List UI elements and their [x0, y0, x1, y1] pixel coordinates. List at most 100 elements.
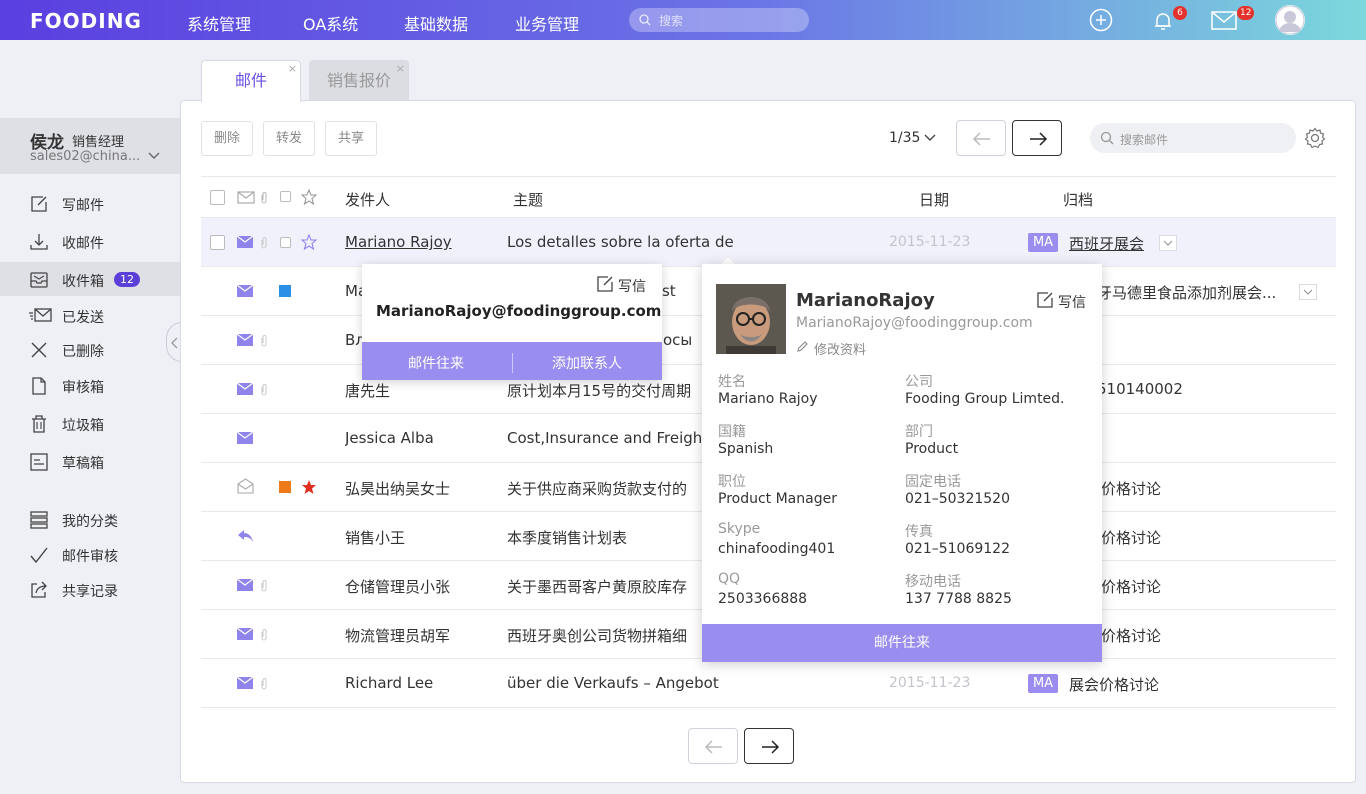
tab-mail[interactable]: 邮件 ×	[201, 60, 301, 102]
next-page-button[interactable]	[1012, 120, 1062, 156]
star-icon[interactable]	[301, 234, 317, 250]
row-archive[interactable]: 展会价格讨论	[1069, 674, 1159, 695]
star-icon[interactable]	[301, 189, 317, 205]
row-subject[interactable]: осы	[663, 331, 692, 349]
row-subject[interactable]: 本季度销售计划表	[507, 527, 627, 548]
row-archive[interactable]: 西班牙展会	[1069, 233, 1144, 254]
row-sender[interactable]: Jessica Alba	[345, 429, 434, 447]
row-sender[interactable]: 唐先生	[345, 380, 390, 401]
flag-icon[interactable]	[279, 285, 291, 297]
sidebar-item-drafts[interactable]: 草稿箱	[0, 444, 180, 478]
row-archive[interactable]: 价格讨论	[1101, 576, 1161, 597]
write-mail-button[interactable]: 写信	[597, 276, 646, 296]
page-indicator[interactable]: 1/35	[889, 130, 920, 146]
sidebar-item-deleted[interactable]: 已删除	[0, 332, 180, 366]
user-account-box[interactable]: 侯龙 销售经理 sales02@china...	[0, 118, 180, 174]
flag-icon[interactable]	[280, 237, 291, 248]
contact-email[interactable]: MarianoRajoy@foodinggroup.com	[796, 315, 1033, 331]
bell-icon[interactable]	[1151, 9, 1175, 33]
select-all-checkbox[interactable]	[210, 190, 225, 205]
chevron-down-icon[interactable]	[1159, 235, 1177, 251]
sidebar-item-categories[interactable]: 我的分类	[0, 502, 180, 536]
nav-oa-system[interactable]: OA系统	[303, 11, 358, 35]
chevron-down-icon[interactable]	[924, 134, 936, 142]
close-icon[interactable]: ×	[288, 49, 297, 89]
edit-profile-link[interactable]: 修改资料	[797, 339, 867, 358]
row-archive[interactable]: 价格讨论	[1101, 625, 1161, 646]
mail-icon[interactable]	[237, 191, 255, 204]
attachment-icon[interactable]	[260, 191, 268, 205]
nav-base-data[interactable]: 基础数据	[404, 11, 468, 35]
row-sender[interactable]: Richard Lee	[345, 674, 433, 692]
row-subject[interactable]: Cost,Insurance and Freigh	[507, 429, 702, 447]
gear-icon[interactable]	[1304, 127, 1326, 149]
chevron-down-icon[interactable]	[1299, 284, 1317, 300]
row-archive[interactable]: 价格讨论	[1101, 478, 1161, 499]
write-mail-button[interactable]: 写信	[1037, 292, 1086, 312]
close-icon[interactable]: ×	[396, 49, 405, 89]
row-checkbox[interactable]	[210, 235, 225, 250]
sidebar-item-trash[interactable]: 垃圾箱	[0, 406, 180, 440]
mail-history-button[interactable]: 邮件往来	[702, 624, 1102, 662]
add-contact-button[interactable]: 添加联系人	[552, 353, 622, 373]
user-avatar[interactable]	[1275, 5, 1305, 35]
compose-icon	[31, 196, 47, 212]
app-logo[interactable]: FOODING	[30, 9, 142, 33]
table-row[interactable]: Richard Lee über die Verkaufs – Angebot …	[201, 659, 1336, 708]
row-archive[interactable]: 510140002	[1097, 380, 1183, 398]
edit-profile-label: 修改资料	[814, 343, 867, 358]
row-sender[interactable]: Mariano Rajoy	[345, 233, 452, 251]
row-subject[interactable]: über die Verkaufs – Angebot	[507, 674, 719, 692]
mail-icon	[237, 677, 253, 689]
row-subject[interactable]: 关于供应商采购货款支付的	[507, 478, 687, 499]
field-value-qq: 2503366888	[718, 591, 808, 607]
sidebar-item-mail-review[interactable]: 邮件审核	[0, 537, 180, 571]
delete-button[interactable]: 删除	[201, 121, 253, 156]
field-label-nationality: 国籍	[718, 424, 746, 440]
nav-system-admin[interactable]: 系统管理	[187, 11, 251, 35]
mail-icon[interactable]	[1211, 11, 1237, 31]
sidebar-item-sent[interactable]: 已发送	[0, 298, 180, 332]
sidebar-item-inbox[interactable]: 收件箱 12	[0, 262, 180, 296]
sidebar-item-review[interactable]: 审核箱	[0, 368, 180, 402]
tab-sales-quote[interactable]: 销售报价 ×	[309, 60, 409, 101]
col-archive[interactable]: 归档	[1063, 189, 1093, 210]
row-subject[interactable]: 原计划本月15号的交付周期	[507, 380, 691, 401]
flag-icon[interactable]	[280, 191, 291, 202]
row-subject[interactable]: Los detalles sobre la oferta de	[507, 233, 747, 251]
prev-page-button[interactable]	[956, 120, 1006, 156]
row-subject[interactable]: 关于墨西哥客户黄原胶库存	[507, 576, 687, 597]
notification-badge: 6	[1173, 6, 1187, 20]
row-sender[interactable]: 仓储管理员小张	[345, 576, 450, 597]
chevron-down-icon[interactable]	[148, 152, 160, 160]
col-date[interactable]: 日期	[919, 189, 949, 210]
col-subject[interactable]: 主题	[513, 189, 543, 210]
mail-history-button[interactable]: 邮件往来	[408, 353, 464, 373]
global-search-input[interactable]: 搜索	[629, 8, 809, 32]
row-subject[interactable]: 西班牙奥创公司货物拼箱细	[507, 625, 687, 646]
col-sender[interactable]: 发件人	[345, 189, 390, 210]
flag-icon[interactable]	[279, 481, 291, 493]
share-button[interactable]: 共享	[325, 121, 377, 156]
forward-button[interactable]: 转发	[263, 121, 315, 156]
row-sender[interactable]: 物流管理员胡军	[345, 625, 450, 646]
table-row[interactable]: Mariano Rajoy Los detalles sobre la ofer…	[201, 218, 1336, 267]
sidebar-item-share-log[interactable]: 共享记录	[0, 572, 180, 606]
prev-page-button[interactable]	[688, 728, 738, 764]
compose-icon	[597, 276, 613, 292]
row-archive[interactable]: 价格讨论	[1101, 527, 1161, 548]
row-archive[interactable]: 牙马德里食品添加剂展会...	[1097, 282, 1276, 303]
close-icon	[31, 342, 47, 358]
nav-business[interactable]: 业务管理	[515, 11, 579, 35]
next-page-button[interactable]	[744, 728, 794, 764]
sender-quick-popup: 写信 MarianoRajoy@foodinggroup.com 邮件往来 添加…	[362, 264, 662, 380]
mail-search-input[interactable]: 搜索邮件	[1090, 123, 1296, 153]
add-icon[interactable]	[1089, 8, 1113, 32]
row-sender[interactable]: 弘昊出纳吴女士	[345, 478, 450, 499]
sidebar-item-receive[interactable]: 收邮件	[0, 224, 180, 258]
sender-email[interactable]: MarianoRajoy@foodinggroup.com	[376, 302, 661, 320]
mail-icon	[237, 432, 253, 444]
sidebar-item-compose[interactable]: 写邮件	[0, 186, 180, 220]
star-icon[interactable]	[301, 479, 317, 495]
row-sender[interactable]: 销售小王	[345, 527, 405, 548]
